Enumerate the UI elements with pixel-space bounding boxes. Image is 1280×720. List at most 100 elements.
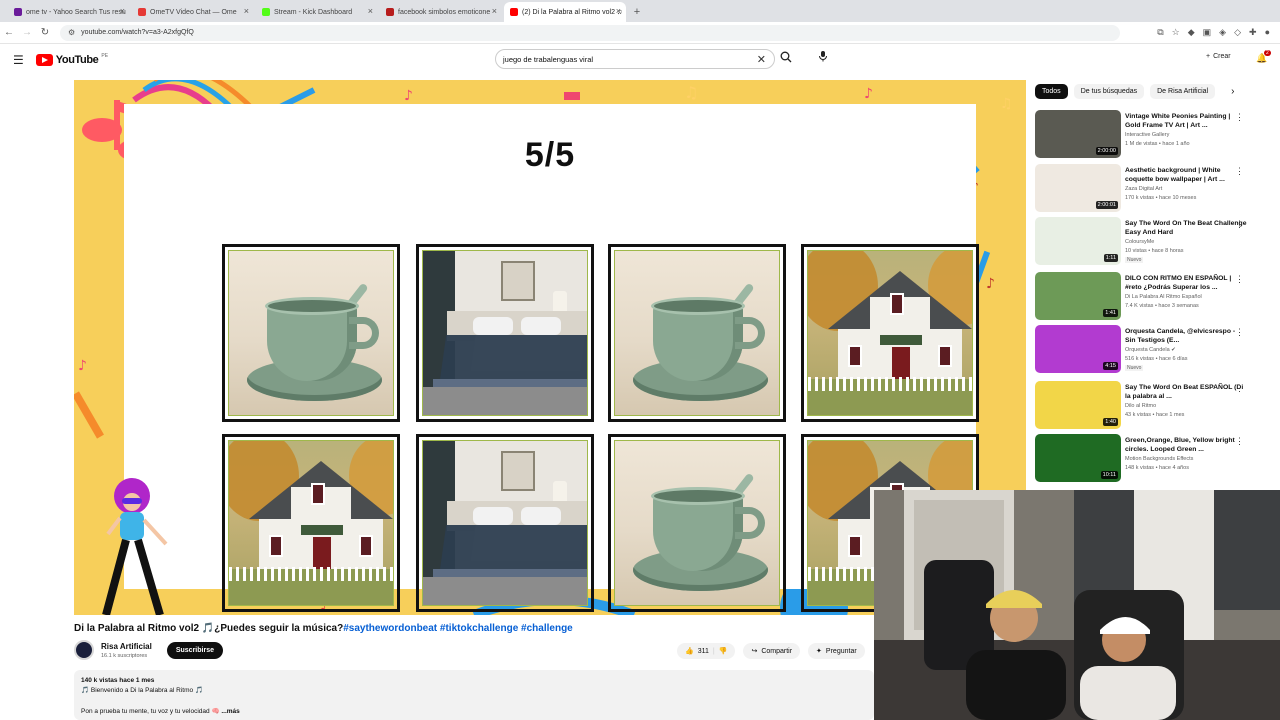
close-icon[interactable]: × bbox=[492, 6, 497, 16]
browser-tab[interactable]: ome tv - Yahoo Search Tus resu × bbox=[8, 2, 130, 22]
recommended-title[interactable]: Say The Word On Beat ESPAÑOL (Di la pala… bbox=[1125, 383, 1247, 401]
coffee-cup-image bbox=[222, 244, 400, 422]
channel-name[interactable]: Risa Artificial bbox=[101, 642, 152, 651]
new-tab-icon[interactable]: + bbox=[628, 2, 646, 22]
chip-de-risa-artificial[interactable]: De Risa Artificial bbox=[1150, 84, 1216, 99]
chip-todos[interactable]: Todos bbox=[1035, 84, 1068, 99]
show-more-link[interactable]: ...más bbox=[221, 708, 239, 715]
video-thumbnail[interactable]: 1:41 bbox=[1035, 272, 1121, 320]
recommended-channel[interactable]: Interactive Gallery bbox=[1125, 132, 1169, 138]
ask-label: Preguntar bbox=[825, 647, 857, 655]
site-info-icon[interactable]: ⚙ bbox=[68, 28, 75, 37]
recommended-video[interactable]: 1:40 Say The Word On Beat ESPAÑOL (Di la … bbox=[1035, 381, 1275, 431]
extensions-puzzle-icon[interactable]: ✚ bbox=[1249, 27, 1257, 38]
browser-tab[interactable]: Stream - Kick Dashboard × bbox=[256, 2, 378, 22]
more-options-icon[interactable]: ⋮ bbox=[1235, 274, 1244, 285]
recommended-channel[interactable]: Orquesta Candela ✔ bbox=[1125, 347, 1176, 353]
url-field[interactable]: ⚙ youtube.com/watch?v=a3-A2xfgQfQ bbox=[60, 24, 1120, 41]
recommended-title[interactable]: Green,Orange, Blue, Yellow bright circle… bbox=[1125, 436, 1247, 454]
recommended-video[interactable]: 2:00:01 Aesthetic background | White coqu… bbox=[1035, 164, 1275, 214]
more-options-icon[interactable]: ⋮ bbox=[1235, 112, 1244, 123]
create-button[interactable]: + Crear bbox=[1206, 53, 1231, 60]
more-options-icon[interactable]: ⋮ bbox=[1235, 327, 1244, 338]
recommended-meta: 43 k vistas • hace 1 mes bbox=[1125, 412, 1185, 418]
new-badge: Nuevo bbox=[1125, 365, 1144, 371]
dislike-icon[interactable]: 👎 bbox=[719, 647, 728, 655]
recommended-meta: 516 k vistas • hace 6 días bbox=[1125, 356, 1188, 362]
chevron-right-icon[interactable]: › bbox=[1231, 86, 1234, 97]
bed-image bbox=[416, 434, 594, 612]
tab-label: Stream - Kick Dashboard bbox=[274, 8, 353, 16]
more-options-icon[interactable]: ⋮ bbox=[1235, 383, 1244, 394]
extension-icon[interactable]: ◆ bbox=[1188, 27, 1195, 38]
search-icon[interactable] bbox=[780, 51, 792, 66]
back-icon[interactable]: ← bbox=[0, 27, 18, 38]
subscribe-button[interactable]: Suscribirse bbox=[166, 641, 223, 659]
coffee-cup-image bbox=[608, 244, 786, 422]
browser-tab[interactable]: OmeTV Video Chat — Ome × bbox=[132, 2, 254, 22]
youtube-header: ☰ YouTube PE juego de trabalenguas viral… bbox=[0, 44, 1280, 76]
install-icon[interactable]: ⧉ bbox=[1157, 27, 1163, 38]
extension-icon[interactable]: ◈ bbox=[1219, 27, 1226, 38]
recommended-channel[interactable]: Dilo al Ritmo bbox=[1125, 403, 1156, 409]
channel-avatar[interactable] bbox=[74, 640, 94, 660]
recommended-title[interactable]: Orquesta Candela, @elvicsrespo - Sin Tes… bbox=[1125, 327, 1247, 345]
video-hashtags[interactable]: #saythewordonbeat #tiktokchallenge #chal… bbox=[343, 623, 573, 634]
description-box[interactable]: 140 k vistas hace 1 mes 🎵 Bienvenido a D… bbox=[74, 670, 874, 720]
forward-icon[interactable]: → bbox=[18, 27, 36, 38]
recommended-channel[interactable]: ColoursyMe bbox=[1125, 239, 1154, 245]
bookmark-star-icon[interactable]: ☆ bbox=[1172, 27, 1180, 38]
close-icon[interactable]: × bbox=[368, 6, 373, 16]
browser-tab[interactable]: facebook simbolos emoticone × bbox=[380, 2, 502, 22]
video-thumbnail[interactable]: 10:11 bbox=[1035, 434, 1121, 482]
recommended-channel[interactable]: Zaza Digital Art bbox=[1125, 186, 1162, 192]
clear-search-icon[interactable]: ✕ bbox=[757, 53, 766, 66]
recommended-video[interactable]: 1:11 Say The Word On The Beat Challenge E… bbox=[1035, 217, 1275, 267]
chip-de-tus-busquedas[interactable]: De tus búsquedas bbox=[1073, 84, 1145, 99]
video-thumbnail[interactable]: 2:00:00 bbox=[1035, 110, 1121, 158]
video-thumbnail[interactable]: 1:11 bbox=[1035, 217, 1121, 265]
youtube-logo[interactable]: YouTube PE bbox=[35, 53, 109, 66]
more-options-icon[interactable]: ⋮ bbox=[1235, 436, 1244, 447]
search-input[interactable]: juego de trabalenguas viral ✕ bbox=[495, 49, 775, 69]
microphone-icon[interactable] bbox=[815, 50, 831, 66]
country-code: PE bbox=[101, 53, 109, 59]
recommended-title[interactable]: Say The Word On The Beat Challenge Easy … bbox=[1125, 219, 1247, 237]
video-duration: 1:11 bbox=[1103, 254, 1118, 262]
recommended-video[interactable]: 10:11 Green,Orange, Blue, Yellow bright c… bbox=[1035, 434, 1275, 484]
recommended-title[interactable]: Vintage White Peonies Painting | Gold Fr… bbox=[1125, 112, 1247, 130]
browser-tab-active[interactable]: (2) Di la Palabra al Ritmo vol2 ♫ × bbox=[504, 2, 626, 22]
svg-text:♪: ♪ bbox=[404, 88, 413, 104]
recommended-channel[interactable]: Motion Backgrounds Effects bbox=[1125, 456, 1193, 462]
extension-icon[interactable]: ◇ bbox=[1234, 27, 1241, 38]
profile-icon[interactable]: ● bbox=[1265, 27, 1270, 38]
ask-button[interactable]: ✦ Preguntar bbox=[808, 643, 865, 659]
share-button[interactable]: ↪ Compartir bbox=[743, 643, 801, 659]
recommended-video[interactable]: 4:15 Orquesta Candela, @elvicsrespo - Sin… bbox=[1035, 325, 1275, 375]
cartoon-character bbox=[102, 478, 168, 615]
plus-icon: + bbox=[1206, 53, 1211, 60]
video-thumbnail[interactable]: 1:40 bbox=[1035, 381, 1121, 429]
house-image bbox=[222, 434, 400, 612]
tab-label: facebook simbolos emoticone bbox=[398, 8, 491, 16]
reload-icon[interactable]: ↻ bbox=[36, 27, 54, 38]
recommended-video[interactable]: 1:41 DILO CON RITMO EN ESPAÑOL | #reto ¿P… bbox=[1035, 272, 1275, 322]
more-options-icon[interactable]: ⋮ bbox=[1235, 219, 1244, 230]
more-options-icon[interactable]: ⋮ bbox=[1235, 166, 1244, 177]
video-thumbnail[interactable]: 2:00:01 bbox=[1035, 164, 1121, 212]
video-thumbnail[interactable]: 4:15 bbox=[1035, 325, 1121, 373]
close-icon[interactable]: × bbox=[120, 6, 125, 16]
description-line: Pon a prueba tu mente, tu voz y tu veloc… bbox=[81, 708, 220, 715]
recommended-title[interactable]: Aesthetic background | White coquette bo… bbox=[1125, 166, 1247, 184]
recommended-channel[interactable]: Di La Palabra Al Ritmo Español bbox=[1125, 294, 1202, 300]
like-icon[interactable]: 👍 bbox=[685, 647, 694, 655]
recommended-video[interactable]: 2:00:00 Vintage White Peonies Painting | … bbox=[1035, 110, 1275, 160]
recommended-meta: 10 vistas • hace 8 horas bbox=[1125, 248, 1184, 254]
menu-icon[interactable]: ☰ bbox=[13, 53, 24, 67]
recommended-title[interactable]: DILO CON RITMO EN ESPAÑOL | #reto ¿Podrá… bbox=[1125, 274, 1247, 292]
close-icon[interactable]: × bbox=[616, 6, 621, 16]
extension-icon[interactable]: ▣ bbox=[1203, 27, 1212, 38]
youtube-play-icon bbox=[35, 54, 53, 66]
close-icon[interactable]: × bbox=[244, 6, 249, 16]
like-count[interactable]: 311 bbox=[698, 648, 709, 655]
